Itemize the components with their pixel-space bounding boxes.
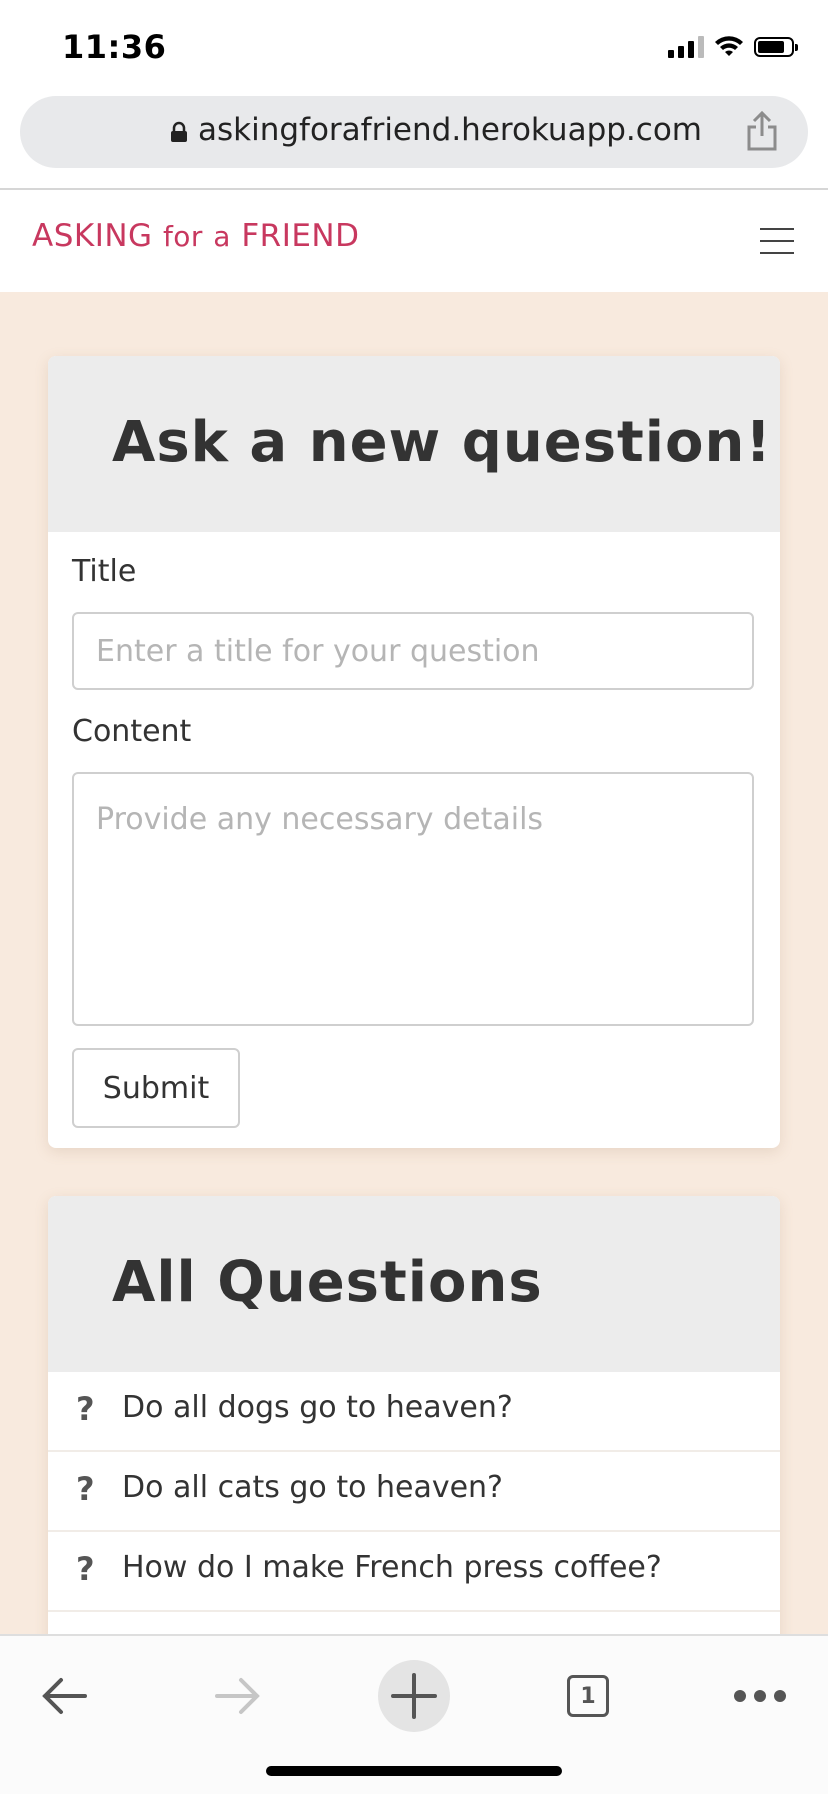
question-mark-icon: ? <box>76 1470 95 1508</box>
new-question-card: Ask a new question! Title Enter a title … <box>48 356 780 1148</box>
forward-arrow-icon <box>215 1678 260 1714</box>
more-dots-icon <box>734 1690 786 1702</box>
submit-button[interactable]: Submit <box>72 1048 240 1128</box>
all-questions-header: All Questions <box>48 1196 780 1372</box>
list-item[interactable]: ? Do all cats go to heaven? <box>48 1452 780 1532</box>
wifi-icon <box>715 36 743 56</box>
title-placeholder: Enter a title for your question <box>96 634 540 669</box>
site-navbar: ASKING for a FRIEND <box>0 190 828 292</box>
tabs-button[interactable]: 1 <box>552 1660 624 1732</box>
question-title[interactable]: Do all dogs go to heaven? <box>122 1390 513 1425</box>
new-question-heading: Ask a new question! <box>112 410 772 475</box>
cellular-signal-icon <box>668 36 704 58</box>
status-bar: 11:36 <box>0 0 828 94</box>
list-item[interactable]: ? Do all dogs go to heaven? <box>48 1372 780 1452</box>
address-bar[interactable]: askingforafriend.herokuapp.com <box>20 96 808 168</box>
content-label: Content <box>72 714 192 749</box>
question-mark-icon: ? <box>76 1550 95 1588</box>
content-textarea[interactable]: Provide any necessary details <box>72 772 754 1026</box>
brand-word-a: a <box>213 220 231 253</box>
more-button[interactable] <box>724 1660 796 1732</box>
forward-button[interactable] <box>202 1660 274 1732</box>
question-title[interactable]: How do I make French press coffee? <box>122 1550 662 1585</box>
new-tab-button[interactable] <box>378 1660 450 1732</box>
content-placeholder: Provide any necessary details <box>96 802 544 837</box>
new-question-form: Title Enter a title for your question Co… <box>48 532 780 1148</box>
brand-word-friend: FRIEND <box>241 218 360 254</box>
battery-icon <box>754 37 798 57</box>
question-list: ? Do all dogs go to heaven? ? Do all cat… <box>48 1372 780 1612</box>
question-title[interactable]: Do all cats go to heaven? <box>122 1470 503 1505</box>
question-mark-icon: ? <box>76 1390 95 1428</box>
status-time: 11:36 <box>62 28 167 66</box>
new-question-header: Ask a new question! <box>48 356 780 532</box>
brand-logo[interactable]: ASKING for a FRIEND <box>32 218 360 254</box>
tabs-icon: 1 <box>567 1675 609 1717</box>
brand-word-for: for <box>162 220 203 253</box>
home-indicator[interactable] <box>266 1766 562 1776</box>
page-content: Ask a new question! Title Enter a title … <box>0 292 828 1634</box>
title-label: Title <box>72 554 137 589</box>
url-text[interactable]: askingforafriend.herokuapp.com <box>198 112 702 148</box>
all-questions-heading: All Questions <box>112 1250 543 1315</box>
title-input[interactable]: Enter a title for your question <box>72 612 754 690</box>
new-tab-plus-icon <box>391 1673 437 1719</box>
list-item[interactable]: ? How do I make French press coffee? <box>48 1532 780 1612</box>
lock-icon <box>171 121 187 142</box>
all-questions-card: All Questions ? Do all dogs go to heaven… <box>48 1196 780 1634</box>
back-arrow-icon <box>42 1678 87 1714</box>
back-button[interactable] <box>28 1660 100 1732</box>
brand-word-asking: ASKING <box>32 218 153 254</box>
share-icon[interactable] <box>742 110 782 152</box>
hamburger-menu-icon[interactable] <box>760 228 794 254</box>
status-icons <box>668 36 798 58</box>
